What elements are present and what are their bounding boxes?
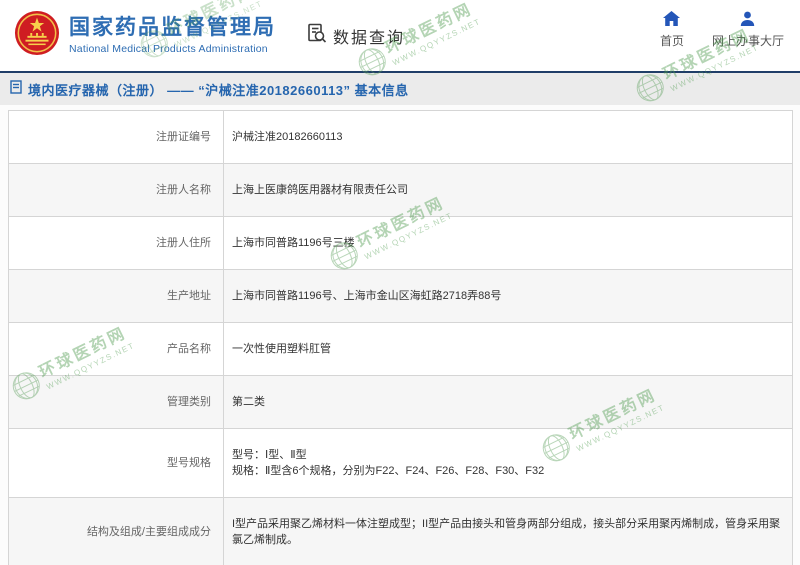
document-search-icon <box>306 22 328 49</box>
top-nav: 首页 网上办事大厅 <box>660 11 784 49</box>
row-label-text: 注册人名称 <box>156 184 211 196</box>
data-query-tab[interactable]: 数据查询 <box>306 22 405 49</box>
breadcrumb-text: 境内医疗器械（注册） —— “沪械注准20182660113” 基本信息 <box>28 82 409 98</box>
row-value-text: 上海上医康鸽医用器材有限责任公司 <box>232 184 408 196</box>
row-label-text: 注册人住所 <box>156 237 211 249</box>
table-row: 产品名称 一次性使用塑料肛管 <box>8 322 793 376</box>
row-label-text: 管理类别 <box>167 396 211 408</box>
row-value: I型产品采用聚乙烯材料一体注塑成型；II型产品由接头和管身两部分组成，接头部分采… <box>223 497 793 565</box>
table-row: 注册人名称 上海上医康鸽医用器材有限责任公司 <box>8 163 793 217</box>
row-value-text: 上海市同普路1196号三楼 <box>232 237 355 249</box>
registration-detail-table: 注册证编号 沪械注准20182660113 注册人名称 上海上医康鸽医用器材有限… <box>8 110 793 565</box>
breadcrumb: 境内医疗器械（注册） —— “沪械注准20182660113” 基本信息 <box>0 73 800 105</box>
site-header: 国家药品监督管理局 National Medical Products Admi… <box>0 0 800 73</box>
row-label: 注册人住所 <box>8 216 224 270</box>
row-label: 结构及组成/主要组成成分 <box>8 497 224 565</box>
user-icon <box>740 11 755 29</box>
row-label: 型号规格 <box>8 428 224 498</box>
org-name-zh: 国家药品监督管理局 <box>69 16 276 39</box>
row-value: 上海上医康鸽医用器材有限责任公司 <box>223 163 793 217</box>
table-row: 管理类别 第二类 <box>8 375 793 429</box>
row-value-text: 第二类 <box>232 396 265 408</box>
detail-table-body: 注册证编号 沪械注准20182660113 注册人名称 上海上医康鸽医用器材有限… <box>8 110 793 565</box>
row-label-text: 产品名称 <box>167 343 211 355</box>
row-label: 管理类别 <box>8 375 224 429</box>
row-label: 注册证编号 <box>8 110 224 164</box>
row-value-text: 型号：Ⅰ型、Ⅱ型 规格：Ⅱ型含6个规格，分别为F22、F24、F26、F28、F… <box>232 449 545 477</box>
home-icon <box>663 11 681 29</box>
row-value-text: 沪械注准20182660113 <box>232 131 343 143</box>
nav-home[interactable]: 首页 <box>660 11 684 49</box>
row-value: 一次性使用塑料肛管 <box>223 322 793 376</box>
row-label: 注册人名称 <box>8 163 224 217</box>
row-label-text: 生产地址 <box>167 290 211 302</box>
org-name-en: National Medical Products Administration <box>69 43 268 55</box>
table-row: 型号规格 型号：Ⅰ型、Ⅱ型 规格：Ⅱ型含6个规格，分别为F22、F24、F26、… <box>8 428 793 498</box>
national-emblem-logo-icon <box>14 10 60 61</box>
row-value-text: 上海市同普路1196号、上海市金山区海虹路2718弄88号 <box>232 290 502 302</box>
row-label-text: 型号规格 <box>167 457 211 469</box>
row-value-text: I型产品采用聚乙烯材料一体注塑成型；II型产品由接头和管身两部分组成，接头部分采… <box>232 518 781 546</box>
row-label: 产品名称 <box>8 322 224 376</box>
data-query-label: 数据查询 <box>333 29 406 47</box>
row-label-text: 结构及组成/主要组成成分 <box>86 526 211 538</box>
nav-service-hall[interactable]: 网上办事大厅 <box>712 11 784 49</box>
document-icon <box>10 79 22 99</box>
nav-home-label: 首页 <box>659 34 684 48</box>
nav-service-hall-label: 网上办事大厅 <box>711 34 784 48</box>
row-value-text: 一次性使用塑料肛管 <box>232 343 331 355</box>
row-value: 型号：Ⅰ型、Ⅱ型 规格：Ⅱ型含6个规格，分别为F22、F24、F26、F28、F… <box>223 428 793 498</box>
row-label: 生产地址 <box>8 269 224 323</box>
table-row: 注册人住所 上海市同普路1196号三楼 <box>8 216 793 270</box>
row-label-text: 注册证编号 <box>156 131 211 143</box>
table-row: 注册证编号 沪械注准20182660113 <box>8 110 793 164</box>
page: 国家药品监督管理局 National Medical Products Admi… <box>0 0 800 565</box>
org-title-block: 国家药品监督管理局 National Medical Products Admi… <box>69 16 276 55</box>
row-value: 上海市同普路1196号三楼 <box>223 216 793 270</box>
row-value: 沪械注准20182660113 <box>223 110 793 164</box>
table-row: 结构及组成/主要组成成分 I型产品采用聚乙烯材料一体注塑成型；II型产品由接头和… <box>8 497 793 565</box>
row-value: 第二类 <box>223 375 793 429</box>
table-row: 生产地址 上海市同普路1196号、上海市金山区海虹路2718弄88号 <box>8 269 793 323</box>
row-value: 上海市同普路1196号、上海市金山区海虹路2718弄88号 <box>223 269 793 323</box>
